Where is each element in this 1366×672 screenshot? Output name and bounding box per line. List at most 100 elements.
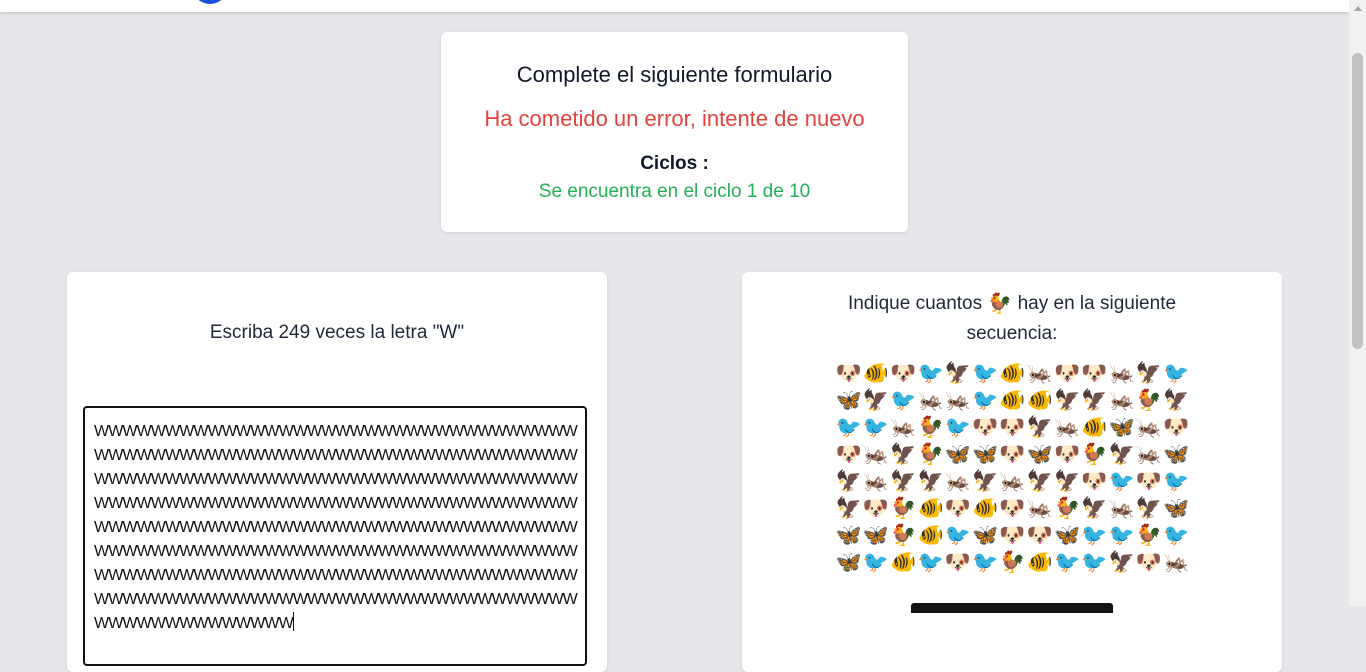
answer-text: WWWWWWWWWWWWWWWWWWWWWWWWWWWWWWWWWWWWWWWW… <box>94 423 578 632</box>
bird-icon: 🐦 <box>862 415 890 439</box>
rooster-icon: 🐓 <box>917 415 944 439</box>
cycle-status: Se encuentra en el ciclo 1 de 10 <box>538 181 811 202</box>
dog-icon: 🐶 <box>1135 550 1162 574</box>
fish-icon: 🐠 <box>1026 550 1053 574</box>
scroll-up-arrow-icon[interactable] <box>1349 0 1366 17</box>
cricket-icon: 🦗 <box>1163 550 1190 574</box>
bird-icon: 🐦 <box>1053 550 1081 574</box>
butterfly-icon: 🦋 <box>1053 523 1081 547</box>
dog-icon: 🐶 <box>835 361 862 385</box>
eagle-icon: 🦅 <box>1053 388 1081 412</box>
eagle-icon: 🦅 <box>944 361 971 385</box>
dog-icon: 🐶 <box>1053 442 1081 466</box>
cricket-icon: 🦗 <box>1108 388 1135 412</box>
cricket-icon: 🦗 <box>944 469 971 493</box>
butterfly-icon: 🦋 <box>1108 415 1135 439</box>
rooster-icon: 🐓 <box>1135 388 1162 412</box>
eagle-icon: 🦅 <box>1081 388 1108 412</box>
fish-icon: 🐠 <box>917 523 944 547</box>
form-title: Complete el siguiente formulario <box>516 62 833 87</box>
cricket-icon: 🦗 <box>944 388 971 412</box>
bird-icon: 🐦 <box>1081 523 1108 547</box>
rooster-icon: 🐓 <box>890 523 917 547</box>
dog-icon: 🐶 <box>944 550 971 574</box>
fish-icon: 🐠 <box>1026 388 1053 412</box>
scrollbar-thumb[interactable] <box>1352 53 1363 349</box>
form-status-card: Complete el siguiente formulario Ha come… <box>441 32 908 232</box>
cricket-icon: 🦗 <box>1108 361 1135 385</box>
rooster-icon: 🐓 <box>1081 442 1108 466</box>
cycles-label: Ciclos : <box>640 153 709 174</box>
dog-icon: 🐶 <box>944 496 971 520</box>
dog-icon: 🐶 <box>999 415 1026 439</box>
eagle-icon: 🦅 <box>1026 469 1053 493</box>
eagle-icon: 🦅 <box>890 442 917 466</box>
dog-icon: 🐶 <box>1081 469 1108 493</box>
butterfly-icon: 🦋 <box>862 523 890 547</box>
bird-icon: 🐦 <box>1108 469 1135 493</box>
cricket-icon: 🦗 <box>1053 415 1081 439</box>
fish-icon: 🐠 <box>999 388 1026 412</box>
dog-icon: 🐶 <box>1081 361 1108 385</box>
butterfly-icon: 🦋 <box>972 442 999 466</box>
emoji-sequence: 🐶 🐠 🐶 🐦 🦅 🐦 🐠 🦗 🐶 🐶 🦗 🦅 🐦 🦋 🦅 🐦 🦗 🦗 🐦 🐠 🐠 🦅 🦅 🦗 🐓 🦅 🐦 🐦 🦗 🐓 🐦 🐶 🐶 🦅 🦗 🐠 🦋 🦗 🐶 🐶… <box>835 360 1190 576</box>
butterfly-icon: 🦋 <box>835 523 862 547</box>
bird-icon: 🐦 <box>1163 523 1190 547</box>
rooster-icon: 🐓 <box>890 496 917 520</box>
eagle-icon: 🦅 <box>835 469 862 493</box>
eagle-icon: 🦅 <box>1053 469 1081 493</box>
page-scrollbar[interactable] <box>1349 0 1366 606</box>
fish-icon: 🐠 <box>1081 415 1108 439</box>
rooster-icon: 🐓 <box>917 442 944 466</box>
bird-icon: 🐦 <box>944 415 971 439</box>
bird-icon: 🐦 <box>917 550 944 574</box>
cricket-icon: 🦗 <box>1135 415 1162 439</box>
bird-icon: 🐦 <box>944 523 971 547</box>
butterfly-icon: 🦋 <box>1163 442 1190 466</box>
submit-button[interactable] <box>911 603 1113 613</box>
bird-icon: 🐦 <box>972 361 999 385</box>
eagle-icon: 🦅 <box>835 496 862 520</box>
butterfly-icon: 🦋 <box>1163 496 1190 520</box>
cricket-icon: 🦗 <box>862 442 890 466</box>
bird-icon: 🐦 <box>862 550 890 574</box>
fish-icon: 🐠 <box>862 361 890 385</box>
dog-icon: 🐶 <box>999 442 1026 466</box>
bird-icon: 🐦 <box>835 415 862 439</box>
dog-icon: 🐶 <box>1026 523 1053 547</box>
rooster-icon: 🐓 <box>999 550 1026 574</box>
butterfly-icon: 🦋 <box>835 550 862 574</box>
eagle-icon: 🦅 <box>890 469 917 493</box>
answer-textarea[interactable]: WWWWWWWWWWWWWWWWWWWWWWWWWWWWWWWWWWWWWWWW… <box>83 406 587 666</box>
top-navbar <box>0 0 1349 12</box>
eagle-icon: 🦅 <box>1135 361 1162 385</box>
rooster-icon: 🐓 <box>987 293 1013 315</box>
fish-icon: 🐠 <box>999 361 1026 385</box>
eagle-icon: 🦅 <box>862 388 890 412</box>
bird-icon: 🐦 <box>972 550 999 574</box>
fish-icon: 🐠 <box>972 496 999 520</box>
error-message: Ha cometido un error, intente de nuevo <box>484 106 865 131</box>
eagle-icon: 🦅 <box>972 469 999 493</box>
dog-icon: 🐶 <box>1163 415 1190 439</box>
bird-icon: 🐦 <box>890 388 917 412</box>
eagle-icon: 🦅 <box>1108 442 1135 466</box>
eagle-icon: 🦅 <box>1026 415 1053 439</box>
cricket-icon: 🦗 <box>917 388 944 412</box>
bird-icon: 🐦 <box>1163 469 1190 493</box>
eagle-icon: 🦅 <box>1081 496 1108 520</box>
logo-icon[interactable] <box>192 0 228 4</box>
dog-icon: 🐶 <box>835 442 862 466</box>
eagle-icon: 🦅 <box>1108 550 1135 574</box>
typing-instruction: Escriba 249 veces la letra "W" <box>209 322 465 343</box>
bird-icon: 🐦 <box>1163 361 1190 385</box>
typing-task-card: Escriba 249 veces la letra "W" WWWWWWWWW… <box>67 272 607 672</box>
cricket-icon: 🦗 <box>999 469 1026 493</box>
counting-task-card: Indique cuantos 🐓 hay en la siguiente se… <box>742 272 1282 672</box>
cricket-icon: 🦗 <box>1108 496 1135 520</box>
eagle-icon: 🦅 <box>1163 388 1190 412</box>
cricket-icon: 🦗 <box>862 469 890 493</box>
butterfly-icon: 🦋 <box>972 523 999 547</box>
cricket-icon: 🦗 <box>1135 442 1162 466</box>
cricket-icon: 🦗 <box>890 415 917 439</box>
